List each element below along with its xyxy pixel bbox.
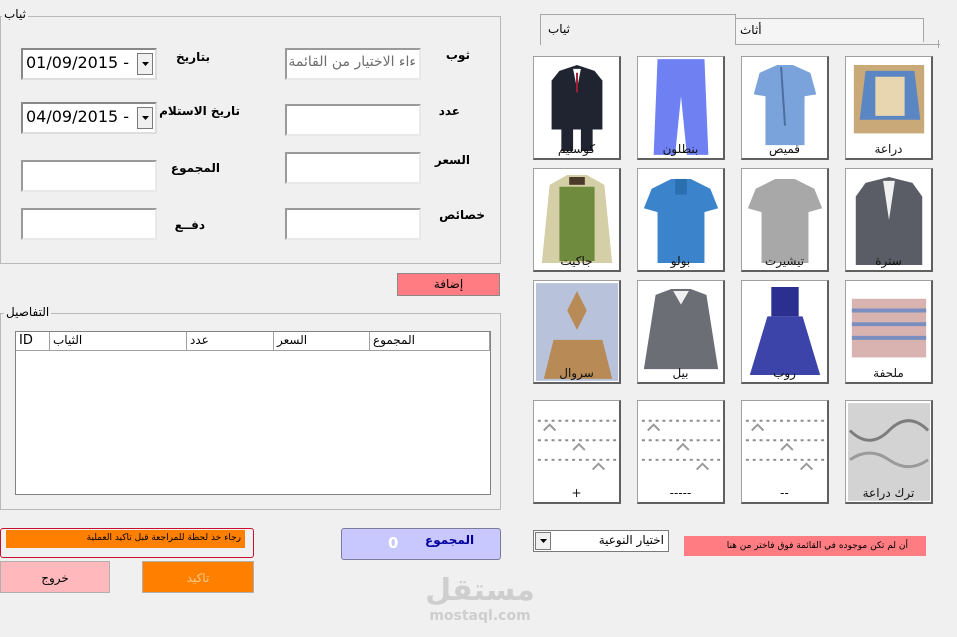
date-dropdown-button[interactable] xyxy=(137,53,153,75)
watermark: مستقل mostaql.com xyxy=(420,574,540,634)
column-header-total[interactable]: المجموع xyxy=(370,332,490,350)
type-select-value: اختيار النوعية xyxy=(598,533,664,547)
receive-date-dropdown-button[interactable] xyxy=(137,107,153,129)
chevron-down-icon xyxy=(539,539,547,543)
item-tile[interactable]: ترك دراعة xyxy=(845,400,933,504)
item-tile-label: تيشيرت xyxy=(764,254,805,268)
payment-field[interactable] xyxy=(21,208,157,240)
details-table[interactable]: ID الثياب عدد السعر المجموع xyxy=(15,331,491,495)
item-tile-label: ----- xyxy=(669,486,692,500)
column-header-clothes[interactable]: الثياب xyxy=(50,332,187,350)
tab-clothes[interactable]: ثياب xyxy=(540,14,736,45)
item-placeholder: ءاء الاختيار من القائمة xyxy=(288,54,416,70)
column-header-price[interactable]: السعر xyxy=(274,332,370,350)
payment-label: دفــع xyxy=(174,218,205,232)
item-tile-label: قميص xyxy=(769,142,800,156)
chevron-down-icon xyxy=(141,62,149,66)
watermark-latin: mostaql.com xyxy=(429,608,531,624)
item-tile[interactable]: -- xyxy=(741,400,829,504)
item-tile-label: روب xyxy=(773,366,796,380)
item-form-group-title: ثياب xyxy=(2,7,28,21)
item-tile[interactable]: روب xyxy=(741,280,829,384)
item-field[interactable]: ءاء الاختيار من القائمة xyxy=(285,48,421,80)
watermark-arabic: مستقل xyxy=(425,573,535,608)
column-header-id[interactable]: ID xyxy=(16,332,50,350)
confirm-button[interactable]: تاكيد xyxy=(142,561,254,593)
features-label: خصائص xyxy=(439,208,485,222)
total-display-value: 0 xyxy=(388,534,399,552)
item-tile[interactable]: جاكيت xyxy=(533,168,621,272)
type-select[interactable]: اختيار النوعية xyxy=(533,530,669,552)
item-tile-label: سترة xyxy=(875,254,902,268)
date-value: 01/09/2015 - xyxy=(26,53,130,72)
item-tile-label: كوستيم xyxy=(557,142,596,156)
price-label: السعر xyxy=(434,153,470,167)
item-tile-label: بولو xyxy=(670,254,691,268)
item-tile-label: دراعة xyxy=(874,142,903,156)
item-tile-label: بنطلون xyxy=(662,142,699,156)
features-field[interactable] xyxy=(285,208,421,240)
item-tile[interactable]: سترة xyxy=(845,168,933,272)
item-tile-label: سروال xyxy=(559,366,594,380)
add-button[interactable]: إضافة xyxy=(397,273,500,296)
exit-button[interactable]: خروج xyxy=(0,561,110,593)
item-tile[interactable]: بيل xyxy=(637,280,725,384)
total-display xyxy=(341,528,501,560)
item-tile-label: -- xyxy=(780,486,789,500)
item-tile[interactable]: تيشيرت xyxy=(741,168,829,272)
chevron-down-icon xyxy=(141,116,149,120)
total-display-label: المجموع xyxy=(425,533,475,547)
item-tile[interactable]: بنطلون xyxy=(637,56,725,160)
item-tile[interactable]: سروال xyxy=(533,280,621,384)
column-header-count[interactable]: عدد xyxy=(187,332,274,350)
tab-furniture[interactable]: أثاث xyxy=(735,18,924,42)
count-label: عدد xyxy=(438,104,460,118)
date-label: بتاريخ xyxy=(176,50,210,64)
item-tile-label: + xyxy=(571,486,582,500)
item-tile[interactable]: قميص xyxy=(741,56,829,160)
item-tile-label: بيل xyxy=(672,366,689,380)
total-field[interactable] xyxy=(21,160,157,192)
total-label: المجموع xyxy=(170,161,220,175)
item-tile[interactable]: دراعة xyxy=(845,56,933,160)
price-field[interactable] xyxy=(285,152,421,184)
details-group-title: التفاصيل xyxy=(4,305,52,319)
item-tile-label: ملحفة xyxy=(873,366,904,380)
item-tile[interactable]: ----- xyxy=(637,400,725,504)
receive-date-label: تاريخ الاستلام xyxy=(159,104,240,118)
item-tile[interactable]: بولو xyxy=(637,168,725,272)
item-tile-label: جاكيت xyxy=(560,254,593,268)
item-label: ثوب xyxy=(445,48,470,62)
warning-message: رجاء خذ لحظة للمراجعة قبل تاكيد العملية xyxy=(6,530,245,548)
tab-strip-edge xyxy=(938,40,939,48)
item-tile[interactable]: + xyxy=(533,400,621,504)
details-table-header: ID الثياب عدد السعر المجموع xyxy=(16,332,490,351)
item-tile[interactable]: كوستيم xyxy=(533,56,621,160)
type-select-dropdown-button[interactable] xyxy=(535,532,551,550)
hint-message: أن لم تكن موجوده في القائمة فوق فاختر من… xyxy=(684,536,926,556)
count-field[interactable] xyxy=(285,104,421,136)
receive-date-value: 04/09/2015 - xyxy=(26,107,130,126)
item-tile-label: ترك دراعة xyxy=(862,486,915,500)
item-tile[interactable]: ملحفة xyxy=(845,280,933,384)
